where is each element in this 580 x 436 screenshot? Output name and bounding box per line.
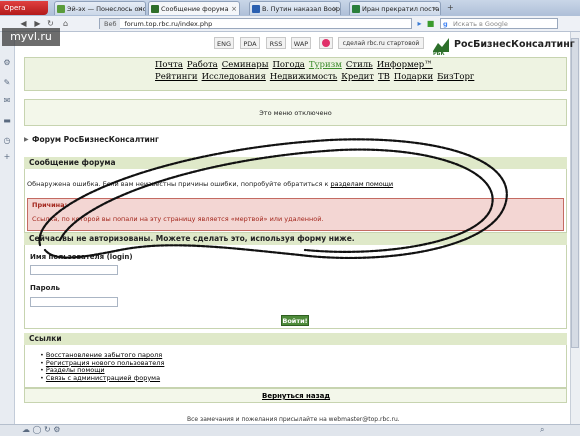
gear-icon[interactable]: ⚙ xyxy=(2,58,12,68)
menu-item[interactable]: Стиль xyxy=(346,60,373,70)
menu-disabled-text: Это меню отключено xyxy=(259,109,332,117)
tab-4[interactable]: Иран прекратил постав… × xyxy=(349,1,441,15)
bookmark-icon[interactable]: ▸ xyxy=(414,18,425,29)
menu-item[interactable]: ТВ xyxy=(378,72,390,82)
share-icon[interactable]: ✎ xyxy=(2,78,12,88)
message-head: Сообщение форума xyxy=(24,157,567,169)
expand-icon[interactable]: ▶ xyxy=(24,136,29,143)
menu-item[interactable]: Погода xyxy=(272,60,304,70)
reason-label: Причина: xyxy=(32,201,68,209)
tab-favicon xyxy=(57,5,65,13)
menu-item[interactable]: Рейтинги xyxy=(155,72,198,82)
history-icon[interactable]: ◷ xyxy=(2,136,12,146)
search-placeholder: Искать в Google xyxy=(453,20,508,28)
tab-label: Иран прекратил постав… xyxy=(362,5,440,13)
tab-favicon xyxy=(252,5,260,13)
home-icon[interactable]: ⌂ xyxy=(60,18,71,29)
menu-item[interactable]: Информер™ xyxy=(377,60,433,70)
menu-item[interactable]: БизТорг xyxy=(437,72,474,82)
help-link[interactable]: разделам помощи xyxy=(331,180,394,188)
close-icon[interactable]: × xyxy=(137,2,143,15)
tab-label: Сообщение форума xyxy=(161,5,229,13)
password-field[interactable] xyxy=(30,297,118,307)
wap-button[interactable]: WAP xyxy=(291,37,311,49)
zoom-icon[interactable]: ⌕ xyxy=(540,425,544,435)
close-icon[interactable]: × xyxy=(432,2,438,15)
footer-text: Все замечания и пожелания присылайте на … xyxy=(187,416,400,423)
tab-favicon xyxy=(151,5,159,13)
forum-title[interactable]: Форум РосБизнесКонсалтинг xyxy=(32,135,159,144)
list-item: • Связь с администрацией форума xyxy=(40,373,161,382)
watermark: myvl.ru xyxy=(2,28,60,46)
search-input[interactable]: g Искать в Google xyxy=(440,18,558,29)
tab-3[interactable]: В. Путин наказал Вооp… × xyxy=(249,1,341,15)
close-icon[interactable]: × xyxy=(332,2,338,15)
status-bar xyxy=(0,424,580,436)
site-logo-text: РосБизнесКонсалтинг xyxy=(454,39,575,50)
speed-dial-icon[interactable]: ■ xyxy=(425,18,436,29)
message-text-line: Обнаружена ошибка. Если вам неизвестны п… xyxy=(27,180,393,188)
menu-item[interactable]: Семинары xyxy=(222,60,269,70)
url-text: forum.top.rbc.ru/index.php xyxy=(124,20,213,28)
make-start-page-button[interactable]: сделай rbc.ru стартовой xyxy=(338,37,424,49)
link-contact-admin[interactable]: Связь с администрацией форума xyxy=(46,374,160,382)
menu-item[interactable]: Работа xyxy=(187,60,218,70)
eng-button[interactable]: ENG xyxy=(214,37,234,49)
side-panel xyxy=(0,32,15,424)
pda-button[interactable]: PDA xyxy=(240,37,260,49)
login-button[interactable]: Войти! xyxy=(281,315,309,326)
username-label: Имя пользователя (login) xyxy=(30,253,133,261)
tab-favicon xyxy=(352,5,360,13)
menu-item[interactable]: Подарки xyxy=(394,72,433,82)
opera-menu-button[interactable]: Opera xyxy=(0,1,48,15)
add-panel-icon[interactable]: + xyxy=(2,152,12,162)
menu-item[interactable]: Недвижимость xyxy=(270,72,337,82)
menu-row-2: Рейтинги Исследования Недвижимость Кредит ТВ… xyxy=(155,72,478,82)
links-head: Ссылки xyxy=(24,333,567,345)
tab-label: Эй-эх — Понеслось оно… xyxy=(67,5,146,13)
downloads-icon[interactable]: ▬ xyxy=(2,116,12,126)
rbc-circle-icon[interactable] xyxy=(319,37,333,49)
menu-item[interactable]: Кредит xyxy=(341,72,374,82)
tab-label: В. Путин наказал Вооp… xyxy=(262,5,341,13)
url-prefix: Веб xyxy=(100,19,121,30)
menu-item[interactable]: Туризм xyxy=(309,60,342,70)
password-label: Пароль xyxy=(30,284,60,292)
menu-row-1: Почта Работа Семинары Погода Туризм Стиль Инфо… xyxy=(155,60,437,70)
address-field[interactable]: Веб forum.top.rbc.ru/index.php xyxy=(99,18,412,30)
reason-text: Ссылка, по которой вы попали на эту стра… xyxy=(32,215,324,223)
google-icon: g xyxy=(443,20,448,28)
links-list: • Восстановление забытого пароля • Регис… xyxy=(40,351,164,382)
notes-icon[interactable]: ✉ xyxy=(2,96,12,106)
scrollbar-thumb[interactable] xyxy=(571,38,579,348)
menu-item[interactable]: Исследования xyxy=(202,72,266,82)
back-link[interactable]: Вернуться назад xyxy=(262,392,330,400)
username-field[interactable] xyxy=(30,265,118,275)
tab-2[interactable]: Сообщение форума × xyxy=(148,1,240,15)
login-head: Сейчас вы не авторизованы. Можете сделат… xyxy=(24,233,567,245)
new-tab-button[interactable]: + xyxy=(447,2,456,13)
status-icons: ☁ ◯ ↻ ⚙ xyxy=(22,425,61,434)
message-text: Обнаружена ошибка. Если вам неизвестны п… xyxy=(27,180,329,188)
rss-button[interactable]: RSS xyxy=(266,37,286,49)
close-icon[interactable]: × xyxy=(231,2,237,15)
tab-1[interactable]: Эй-эх — Понеслось оно… × xyxy=(54,1,146,15)
menu-item[interactable]: Почта xyxy=(155,60,183,70)
